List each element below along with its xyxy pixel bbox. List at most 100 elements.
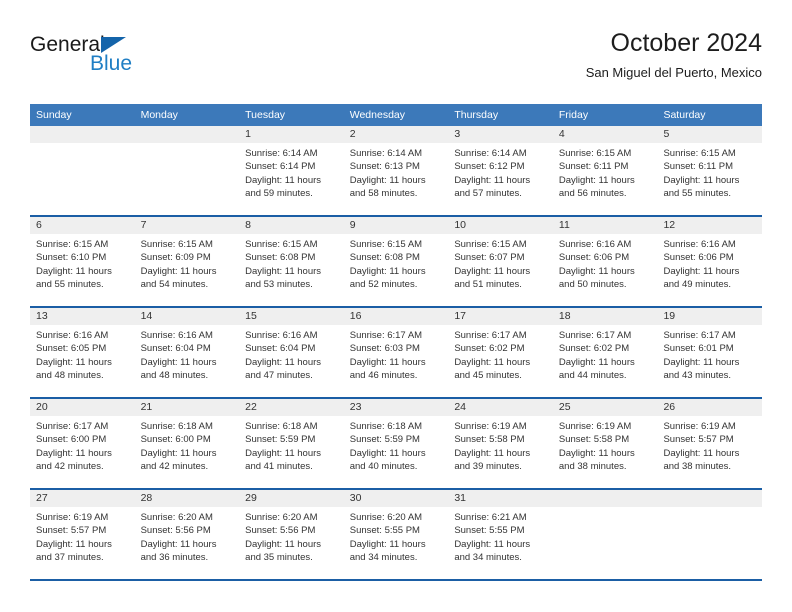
day-cell[interactable]: 4 Sunrise: 6:15 AM Sunset: 6:11 PM Daylight…: [552, 126, 658, 215]
day-cell[interactable]: 29 Sunrise: 6:20 AM Sunset: 5:56 PM Dayligh…: [239, 490, 344, 579]
sunset-text: Sunset: 6:05 PM: [36, 343, 107, 355]
day-cell[interactable]: 3 Sunrise: 6:14 AM Sunset: 6:12 PM Daylight…: [448, 126, 553, 215]
page-header: General Blue October 2024 San Miguel del…: [30, 28, 762, 90]
day-number: 23: [343, 399, 449, 416]
day-number: 18: [552, 308, 658, 325]
sunrise-text: Sunrise: 6:19 AM: [454, 421, 527, 432]
week-row: 6 Sunrise: 6:15 AM Sunset: 6:10 PM Daylight…: [30, 215, 763, 306]
day-number: 3: [448, 126, 553, 143]
day-cell[interactable]: 26 Sunrise: 6:19 AM Sunset: 5:57 PM Dayligh…: [657, 399, 763, 488]
page-title: October 2024: [610, 29, 763, 57]
daylight-text: Daylight: 11 hours and 35 minutes.: [245, 538, 322, 563]
day-number: 31: [448, 490, 553, 507]
day-cell[interactable]: 17 Sunrise: 6:17 AM Sunset: 6:02 PM Dayligh…: [448, 308, 553, 397]
daylight-text: Daylight: 11 hours and 55 minutes.: [663, 174, 740, 199]
day-number: 2: [343, 126, 449, 143]
daylight-text: Daylight: 11 hours and 57 minutes.: [454, 174, 531, 199]
day-number: 9: [343, 217, 449, 234]
day-cell[interactable]: 14 Sunrise: 6:16 AM Sunset: 6:04 PM Dayligh…: [134, 308, 240, 397]
daylight-text: Daylight: 11 hours and 41 minutes.: [245, 447, 322, 472]
day-cell[interactable]: 22 Sunrise: 6:18 AM Sunset: 5:59 PM Dayligh…: [239, 399, 344, 488]
day-cell[interactable]: 8 Sunrise: 6:15 AM Sunset: 6:08 PM Daylight…: [239, 217, 344, 306]
sunset-text: Sunset: 6:00 PM: [36, 434, 107, 446]
day-number: 13: [30, 308, 135, 325]
day-cell[interactable]: 6 Sunrise: 6:15 AM Sunset: 6:10 PM Daylight…: [30, 217, 135, 306]
weekday-header-tuesday: Tuesday: [245, 109, 286, 121]
sunrise-text: Sunrise: 6:15 AM: [245, 239, 318, 250]
day-cell[interactable]: 31 Sunrise: 6:21 AM Sunset: 5:55 PM Dayligh…: [448, 490, 553, 579]
day-cell[interactable]: 28 Sunrise: 6:20 AM Sunset: 5:56 PM Dayligh…: [134, 490, 240, 579]
day-number: 17: [448, 308, 553, 325]
day-cell[interactable]: 30 Sunrise: 6:20 AM Sunset: 5:55 PM Dayligh…: [343, 490, 449, 579]
day-number: 11: [552, 217, 658, 234]
sunrise-text: Sunrise: 6:21 AM: [454, 512, 527, 523]
daylight-text: Daylight: 11 hours and 42 minutes.: [36, 447, 112, 472]
day-details: Sunrise: 6:16 AM Sunset: 6:06 PM Daylight:…: [553, 234, 658, 291]
day-details: Sunrise: 6:20 AM Sunset: 5:56 PM Daylight:…: [239, 507, 344, 564]
sunset-text: Sunset: 6:08 PM: [349, 252, 420, 264]
sunrise-text: Sunrise: 6:18 AM: [245, 421, 318, 432]
sunrise-text: Sunrise: 6:15 AM: [140, 239, 213, 250]
day-cell[interactable]: 20 Sunrise: 6:17 AM Sunset: 6:00 PM Dayligh…: [30, 399, 135, 488]
day-number: 28: [134, 490, 240, 507]
day-cell[interactable]: 25 Sunrise: 6:19 AM Sunset: 5:58 PM Dayligh…: [552, 399, 658, 488]
day-details: Sunrise: 6:15 AM Sunset: 6:08 PM Daylight:…: [344, 234, 449, 291]
day-cell[interactable]: 27 Sunrise: 6:19 AM Sunset: 5:57 PM Dayligh…: [30, 490, 135, 579]
sunrise-text: Sunrise: 6:15 AM: [558, 148, 632, 159]
weekday-header-thursday: Thursday: [454, 109, 499, 121]
day-number: 30: [343, 490, 449, 507]
day-cell[interactable]: 10 Sunrise: 6:15 AM Sunset: 6:07 PM Dayligh…: [448, 217, 553, 306]
day-cell[interactable]: 21 Sunrise: 6:18 AM Sunset: 6:00 PM Dayligh…: [134, 399, 240, 488]
day-grid: 1 Sunrise: 6:14 AM Sunset: 6:14 PM Daylight…: [30, 126, 763, 215]
day-cell[interactable]: 2 Sunrise: 6:14 AM Sunset: 6:13 PM Daylight…: [343, 126, 449, 215]
daylight-text: Daylight: 11 hours and 48 minutes.: [140, 356, 217, 381]
day-cell[interactable]: 13 Sunrise: 6:16 AM Sunset: 6:05 PM Dayligh…: [30, 308, 135, 397]
day-cell[interactable]: 12 Sunrise: 6:16 AM Sunset: 6:06 PM Dayligh…: [657, 217, 763, 306]
day-details: Sunrise: 6:14 AM Sunset: 6:12 PM Daylight:…: [448, 143, 553, 200]
day-details: Sunrise: 6:16 AM Sunset: 6:05 PM Daylight:…: [30, 325, 135, 382]
general-blue-logo[interactable]: General Blue: [30, 34, 210, 86]
daylight-text: Daylight: 11 hours and 34 minutes.: [349, 538, 426, 563]
day-number: 5: [657, 126, 763, 143]
sunset-text: Sunset: 6:04 PM: [245, 343, 316, 355]
daylight-text: Daylight: 11 hours and 49 minutes.: [663, 265, 740, 290]
day-number: 10: [448, 217, 553, 234]
day-cell[interactable]: 11 Sunrise: 6:16 AM Sunset: 6:06 PM Dayligh…: [552, 217, 658, 306]
sunset-text: Sunset: 6:13 PM: [349, 161, 420, 173]
sunset-text: Sunset: 6:02 PM: [454, 343, 525, 355]
day-grid: 13 Sunrise: 6:16 AM Sunset: 6:05 PM Dayligh…: [30, 308, 763, 397]
day-number: 6: [30, 217, 135, 234]
daylight-text: Daylight: 11 hours and 58 minutes.: [349, 174, 426, 199]
daylight-text: Daylight: 11 hours and 43 minutes.: [663, 356, 740, 381]
day-cell[interactable]: 19 Sunrise: 6:17 AM Sunset: 6:01 PM Dayligh…: [657, 308, 763, 397]
sunrise-text: Sunrise: 6:18 AM: [140, 421, 213, 432]
day-grid: 6 Sunrise: 6:15 AM Sunset: 6:10 PM Daylight…: [30, 217, 763, 306]
day-cell[interactable]: 1 Sunrise: 6:14 AM Sunset: 6:14 PM Daylight…: [239, 126, 344, 215]
sunrise-text: Sunrise: 6:20 AM: [245, 512, 318, 523]
daylight-text: Daylight: 11 hours and 52 minutes.: [349, 265, 426, 290]
calendar-grid: Sunday Monday Tuesday Wednesday Thursday…: [30, 104, 763, 581]
sunset-text: Sunset: 6:06 PM: [663, 252, 734, 264]
day-cell[interactable]: 9 Sunrise: 6:15 AM Sunset: 6:08 PM Daylight…: [343, 217, 449, 306]
week-row: 13 Sunrise: 6:16 AM Sunset: 6:05 PM Dayligh…: [30, 306, 763, 397]
sunset-text: Sunset: 6:03 PM: [349, 343, 420, 355]
day-details: Sunrise: 6:19 AM Sunset: 5:57 PM Daylight:…: [30, 507, 135, 564]
sunrise-text: Sunrise: 6:16 AM: [663, 239, 736, 250]
day-cell[interactable]: 15 Sunrise: 6:16 AM Sunset: 6:04 PM Dayligh…: [239, 308, 344, 397]
day-cell[interactable]: 24 Sunrise: 6:19 AM Sunset: 5:58 PM Dayligh…: [448, 399, 553, 488]
day-details: Sunrise: 6:14 AM Sunset: 6:13 PM Daylight:…: [344, 143, 449, 200]
day-details: Sunrise: 6:15 AM Sunset: 6:11 PM Daylight:…: [657, 143, 762, 200]
daylight-text: Daylight: 11 hours and 48 minutes.: [36, 356, 112, 381]
logo-text-blue: Blue: [90, 52, 133, 75]
day-details: Sunrise: 6:15 AM Sunset: 6:08 PM Daylight:…: [239, 234, 344, 291]
day-cell[interactable]: 18 Sunrise: 6:17 AM Sunset: 6:02 PM Dayligh…: [552, 308, 658, 397]
sunrise-text: Sunrise: 6:16 AM: [558, 239, 632, 250]
day-details: Sunrise: 6:18 AM Sunset: 5:59 PM Daylight:…: [239, 416, 344, 473]
day-cell[interactable]: 5 Sunrise: 6:15 AM Sunset: 6:11 PM Daylight…: [657, 126, 763, 215]
day-cell[interactable]: 7 Sunrise: 6:15 AM Sunset: 6:09 PM Daylight…: [134, 217, 240, 306]
day-details: Sunrise: 6:14 AM Sunset: 6:14 PM Daylight:…: [239, 143, 344, 200]
sunrise-text: Sunrise: 6:15 AM: [663, 148, 736, 159]
day-cell[interactable]: 16 Sunrise: 6:17 AM Sunset: 6:03 PM Dayligh…: [343, 308, 449, 397]
day-cell[interactable]: 23 Sunrise: 6:18 AM Sunset: 5:59 PM Dayligh…: [343, 399, 449, 488]
day-number: [134, 126, 240, 143]
